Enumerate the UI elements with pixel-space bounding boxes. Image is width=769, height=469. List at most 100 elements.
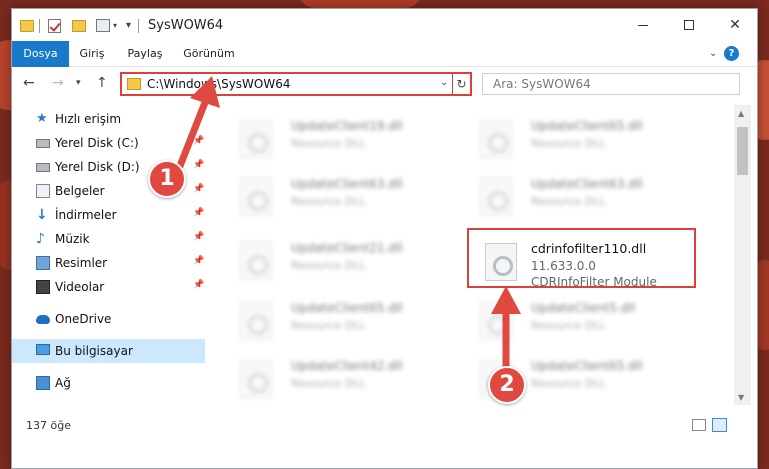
file-type: Resource DLL (291, 259, 366, 272)
scroll-down-icon[interactable]: ▼ (738, 393, 744, 402)
address-path[interactable]: C:\Windows\SysWOW64 (147, 77, 291, 91)
file-type: Resource DLL (531, 195, 606, 208)
back-button[interactable]: ← (23, 75, 35, 91)
maximize-icon (684, 20, 694, 30)
list-item[interactable]: UpdateClient42.dll Resource DLL (217, 349, 447, 405)
file-name: UpdateClient65.dll (291, 301, 403, 315)
maximize-button[interactable] (666, 9, 712, 41)
pin-icon[interactable]: 📌 (193, 232, 204, 242)
computer-icon (36, 344, 50, 355)
file-name: UpdateClient65.dll (531, 119, 643, 133)
pin-icon[interactable]: 📌 (193, 160, 204, 170)
sidebar-item-label: Hızlı erişim (55, 112, 122, 126)
navigation-bar: ← → ▾ ↑ C:\Windows\SysWOW64 ⌄ ↻ Ara: Sys… (12, 67, 757, 101)
tab-view[interactable]: Görünüm (177, 41, 241, 67)
sidebar-item-videos[interactable]: Videolar 📌 (12, 275, 205, 299)
pin-icon[interactable]: 📌 (193, 208, 204, 218)
refresh-button[interactable]: ↻ (452, 74, 470, 94)
list-item[interactable]: UpdateClient21.dll Resource DLL (217, 231, 447, 287)
star-icon: ★ (36, 111, 48, 126)
recent-locations-button[interactable]: ▾ (76, 78, 81, 88)
search-input[interactable]: Ara: SysWOW64 (482, 73, 740, 95)
address-dropdown-icon[interactable]: ⌄ (440, 77, 448, 88)
download-icon: ↓ (36, 207, 48, 223)
new-folder-icon[interactable] (72, 20, 86, 32)
sidebar-item-label: Videolar (55, 280, 105, 294)
pin-icon[interactable]: 📌 (193, 184, 204, 194)
sidebar-item-onedrive[interactable]: OneDrive (12, 307, 205, 331)
sidebar-item-quick-access[interactable]: ★ Hızlı erişim (12, 107, 205, 131)
sidebar-item-music[interactable]: ♪ Müzik 📌 (12, 227, 205, 251)
up-button[interactable]: ↑ (96, 75, 108, 91)
file-name: UpdateClient5.dll (531, 301, 635, 315)
pin-icon[interactable]: 📌 (193, 136, 204, 146)
highlight-box (467, 228, 696, 288)
ribbon-tabs: Dosya Giriş Paylaş Görünüm ⌄ ? (12, 41, 757, 67)
sidebar-item-label: Bu bilgisayar (55, 344, 133, 358)
sidebar-item-this-pc[interactable]: Bu bilgisayar (12, 339, 205, 363)
sidebar-item-label: Yerel Disk (C:) (55, 136, 139, 150)
large-icons-view-icon[interactable] (712, 418, 727, 432)
list-item[interactable]: UpdateClient65.dll Resource DLL (457, 109, 687, 165)
file-type: Resource DLL (291, 377, 366, 390)
vertical-scrollbar[interactable]: ▲ ▼ (734, 105, 751, 405)
disk-icon (36, 139, 50, 148)
file-name: UpdateClient21.dll (291, 241, 403, 255)
divider (39, 19, 40, 33)
dll-file-icon (240, 120, 272, 158)
pin-icon[interactable]: 📌 (193, 256, 204, 266)
pin-icon[interactable]: 📌 (193, 280, 204, 290)
sidebar-item-label: OneDrive (55, 312, 112, 326)
sidebar-item-label: Resimler (55, 256, 108, 270)
list-item[interactable]: UpdateClient5.dll Resource DLL (457, 291, 687, 347)
disk-icon (36, 163, 50, 172)
expand-ribbon-icon[interactable]: ⌄ (709, 48, 717, 59)
help-icon[interactable]: ? (724, 46, 739, 61)
list-item[interactable]: UpdateClient19.dll Resource DLL (217, 109, 447, 165)
minimize-button[interactable] (620, 9, 666, 41)
step-2-marker: 2 (488, 366, 526, 404)
folder-icon (127, 78, 141, 90)
folder-icon (20, 20, 34, 32)
list-item[interactable]: UpdateClient65.dll Resource DLL (217, 291, 447, 347)
sidebar-item-network[interactable]: Ağ (12, 371, 205, 395)
list-item[interactable]: UpdateClient63.dll Resource DLL (217, 167, 447, 223)
list-item[interactable]: UpdateClient63.dll Resource DLL (457, 167, 687, 223)
tab-home[interactable]: Giriş (70, 41, 114, 67)
close-button[interactable]: ✕ (712, 9, 758, 41)
dll-file-icon (240, 178, 272, 216)
sidebar-item-downloads[interactable]: ↓ İndirmeler 📌 (12, 203, 205, 227)
sidebar-item-label: Yerel Disk (D:) (55, 160, 140, 174)
sidebar-item-pictures[interactable]: Resimler 📌 (12, 251, 205, 275)
status-bar: 137 öğe (12, 414, 757, 438)
dll-file-icon (240, 242, 272, 280)
sidebar-item-label: Ağ (55, 376, 71, 390)
item-count: 137 öğe (26, 419, 71, 432)
properties-check-icon[interactable] (48, 19, 61, 33)
search-placeholder: Ara: SysWOW64 (493, 77, 591, 91)
tab-file[interactable]: Dosya (12, 41, 69, 67)
dll-file-icon (240, 302, 272, 340)
customize-toolbar-icon[interactable]: ▾ (126, 20, 131, 36)
details-view-icon[interactable] (692, 419, 706, 431)
file-name: UpdateClient63.dll (531, 177, 643, 191)
step-1-marker: 1 (148, 160, 186, 198)
documents-icon (36, 184, 50, 198)
file-name: UpdateClient19.dll (291, 119, 403, 133)
scroll-thumb[interactable] (737, 127, 748, 175)
pictures-icon (36, 256, 50, 270)
window-title: SysWOW64 (148, 18, 224, 33)
music-icon: ♪ (36, 231, 45, 247)
videos-icon (36, 280, 50, 294)
address-bar[interactable]: C:\Windows\SysWOW64 ⌄ ↻ (120, 72, 472, 96)
scroll-up-icon[interactable]: ▲ (738, 109, 744, 118)
chevron-down-icon[interactable]: ▾ (113, 21, 121, 30)
navigation-pane: ★ Hızlı erişim Yerel Disk (C:) 📌 Yerel D… (12, 105, 205, 405)
dll-file-icon (480, 302, 512, 340)
forward-button[interactable]: → (52, 75, 64, 91)
rename-icon[interactable] (96, 19, 110, 32)
tab-share[interactable]: Paylaş (120, 41, 170, 67)
sidebar-item-disk-c[interactable]: Yerel Disk (C:) 📌 (12, 131, 205, 155)
sidebar-item-label: Belgeler (55, 184, 105, 198)
title-bar: ▾ ▾ SysWOW64 ✕ (12, 9, 757, 41)
